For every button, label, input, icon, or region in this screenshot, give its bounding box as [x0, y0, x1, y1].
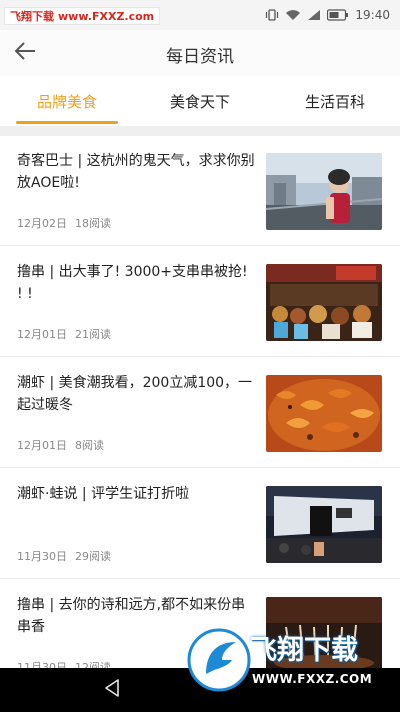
list-item[interactable]: 撸串 | 出大事了! 3000+支串串被抢! ! ! 12月01日 21阅读 — [0, 247, 400, 357]
article-thumbnail[interactable] — [266, 486, 382, 563]
status-bar: 飞翔下载 www.FXXZ.com 19:40 — [0, 0, 400, 30]
nav-back-button[interactable] — [98, 676, 126, 704]
article-date: 12月01日 — [17, 328, 67, 341]
article-date: 12月01日 — [17, 439, 67, 452]
watermark-top-url: www.FXXZ.com — [58, 9, 155, 23]
tab-life-encyclopedia[interactable]: 生活百科 — [284, 78, 386, 124]
list-item[interactable]: 潮虾·蛙说 | 评学生证打折啦 11月30日 29阅读 — [0, 469, 400, 579]
article-title: 撸串 | 去你的诗和远方,都不如来份串串香 — [17, 597, 246, 635]
article-title: 潮虾·蛙说 | 评学生证打折啦 — [17, 486, 190, 502]
status-icons: 19:40 — [265, 6, 390, 24]
article-list: 奇客巴士 | 这杭州的鬼天气，求求你别放AOE啦! 12月02日 18阅读 撸串 — [0, 136, 400, 668]
active-tab-indicator — [16, 121, 118, 124]
article-meta: 11月30日 12阅读 — [17, 659, 111, 668]
article-meta: 12月02日 18阅读 — [17, 215, 111, 231]
wifi-icon — [285, 9, 301, 21]
article-title: 奇客巴士 | 这杭州的鬼天气，求求你别放AOE啦! — [17, 153, 255, 191]
battery-icon — [327, 9, 349, 21]
article-reads: 8阅读 — [75, 439, 104, 452]
triangle-back-icon — [104, 679, 120, 701]
article-thumbnail[interactable] — [266, 264, 382, 341]
article-meta: 12月01日 8阅读 — [17, 437, 104, 453]
article-meta: 11月30日 29阅读 — [17, 548, 111, 564]
article-thumbnail[interactable] — [266, 375, 382, 452]
status-time: 19:40 — [355, 8, 390, 22]
tab-brand-food[interactable]: 品牌美食 — [16, 78, 118, 124]
article-date: 11月30日 — [17, 550, 67, 563]
article-thumbnail[interactable] — [266, 597, 382, 668]
article-thumbnail[interactable] — [266, 153, 382, 230]
article-reads: 29阅读 — [75, 550, 111, 563]
signal-icon — [307, 9, 321, 21]
article-title: 撸串 | 出大事了! 3000+支串串被抢! ! ! — [17, 264, 248, 302]
article-reads: 12阅读 — [75, 661, 111, 668]
article-reads: 18阅读 — [75, 217, 111, 230]
app-header: 每日资讯 — [0, 30, 400, 76]
page-title: 每日资讯 — [166, 47, 234, 67]
article-reads: 21阅读 — [75, 328, 111, 341]
article-date: 11月30日 — [17, 661, 67, 668]
watermark-top: 飞翔下载 www.FXXZ.com — [4, 7, 161, 25]
article-title: 潮虾 | 美食潮我看，200立减100，一起过暖冬 — [17, 375, 253, 413]
article-meta: 12月01日 21阅读 — [17, 326, 111, 342]
vibrate-icon — [265, 9, 279, 21]
section-divider — [0, 126, 400, 136]
article-date: 12月02日 — [17, 217, 67, 230]
list-item[interactable]: 奇客巴士 | 这杭州的鬼天气，求求你别放AOE啦! 12月02日 18阅读 — [0, 136, 400, 246]
watermark-top-brand: 飞翔下载 — [10, 10, 54, 23]
tab-food-world[interactable]: 美食天下 — [149, 78, 251, 124]
category-tabs: 品牌美食 美食天下 生活百科 — [0, 78, 400, 126]
system-nav-bar — [0, 668, 400, 712]
list-item[interactable]: 撸串 | 去你的诗和远方,都不如来份串串香 11月30日 12阅读 — [0, 580, 400, 668]
list-item[interactable]: 潮虾 | 美食潮我看，200立减100，一起过暖冬 12月01日 8阅读 — [0, 358, 400, 468]
